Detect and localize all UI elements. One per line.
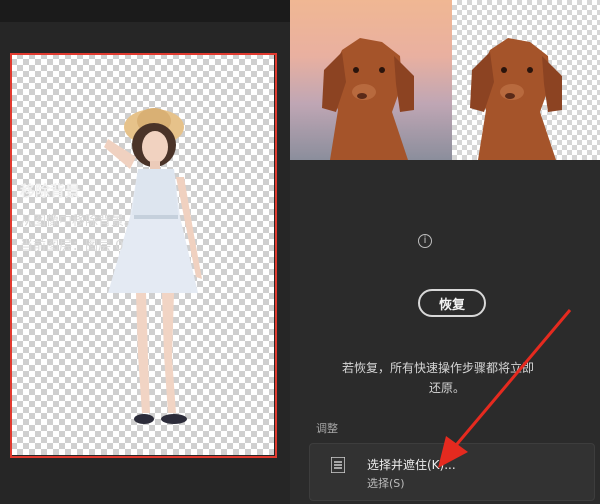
dog-cutout-image (470, 38, 562, 160)
adjust-section-label: 调整 (316, 422, 338, 435)
restore-note-line1: 若恢复，所有快速操作步骤都将立即 (342, 361, 535, 375)
panel-description: 从图像中移除背景。 (20, 214, 138, 229)
preview-before (290, 0, 452, 160)
restore-button[interactable]: 恢复 (418, 289, 486, 317)
current-layer-text: 当前图层：图层 0 (20, 239, 124, 254)
person-image (104, 108, 202, 424)
select-and-mask-label[interactable]: 选择并遮住(K)... (367, 456, 456, 473)
canvas-top-bar (0, 0, 290, 22)
restore-note-line2: 还原。 (429, 381, 466, 395)
dog-image (322, 38, 414, 160)
info-icon[interactable]: i (418, 234, 432, 248)
menu-icon (331, 457, 345, 473)
panel-title: 移除背景 (20, 182, 81, 200)
preview-after (452, 0, 600, 160)
preview-images (290, 0, 600, 160)
select-shortcut-label: 选择(S) (367, 477, 405, 490)
